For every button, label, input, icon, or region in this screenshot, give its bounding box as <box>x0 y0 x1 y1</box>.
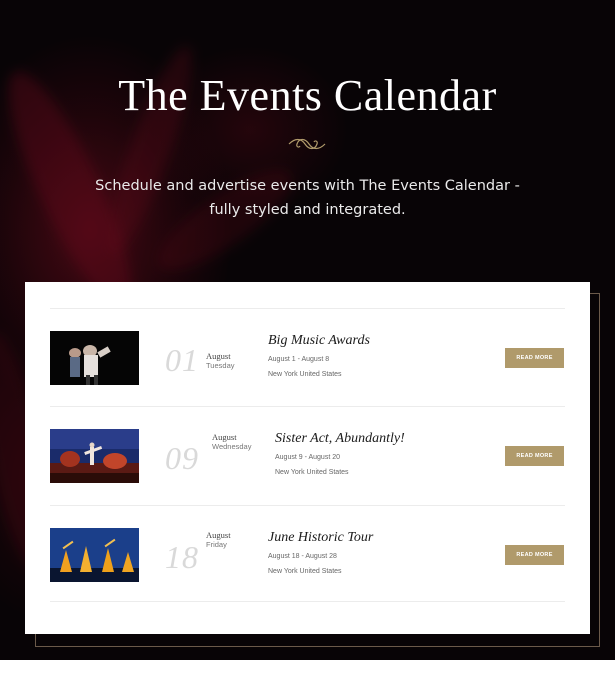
event-location: New York United States <box>268 371 342 378</box>
read-more-button[interactable]: READ MORE <box>505 446 564 466</box>
event-month: August <box>206 530 231 540</box>
events-list-card: 01 August Tuesday Big Music Awards Augus… <box>25 282 590 634</box>
event-weekday: Friday <box>206 540 227 549</box>
list-item: 01 August Tuesday Big Music Awards Augus… <box>25 309 590 407</box>
event-dates: August 1 - August 8 <box>268 356 330 363</box>
event-title[interactable]: June Historic Tour <box>268 530 373 546</box>
event-location: New York United States <box>275 469 349 476</box>
event-month: August <box>206 351 231 361</box>
list-item: 09 August Wednesday Sister Act, Abundant… <box>25 407 590 505</box>
event-day: 01 <box>165 342 199 378</box>
read-more-button[interactable]: READ MORE <box>505 545 564 565</box>
event-thumbnail[interactable] <box>50 528 139 582</box>
page-title: The Events Calendar <box>118 71 497 120</box>
event-weekday: Wednesday <box>212 442 252 451</box>
event-dates: August 9 - August 20 <box>275 454 340 461</box>
read-more-button[interactable]: READ MORE <box>505 348 564 368</box>
event-thumbnail[interactable] <box>50 429 139 483</box>
event-title[interactable]: Sister Act, Abundantly! <box>275 431 405 447</box>
event-weekday: Tuesday <box>206 361 235 370</box>
event-dates: August 18 - August 28 <box>268 553 337 560</box>
list-item: 18 August Friday June Historic Tour Augu… <box>25 506 590 604</box>
event-day: 09 <box>165 440 199 476</box>
hero-subtitle: Schedule and advertise events with The E… <box>95 178 520 218</box>
event-month: August <box>212 432 237 442</box>
event-thumbnail[interactable] <box>50 331 139 385</box>
ornament-icon <box>288 138 326 150</box>
event-day: 18 <box>165 539 199 575</box>
divider <box>50 601 565 602</box>
event-location: New York United States <box>268 568 342 575</box>
event-title[interactable]: Big Music Awards <box>268 333 370 349</box>
